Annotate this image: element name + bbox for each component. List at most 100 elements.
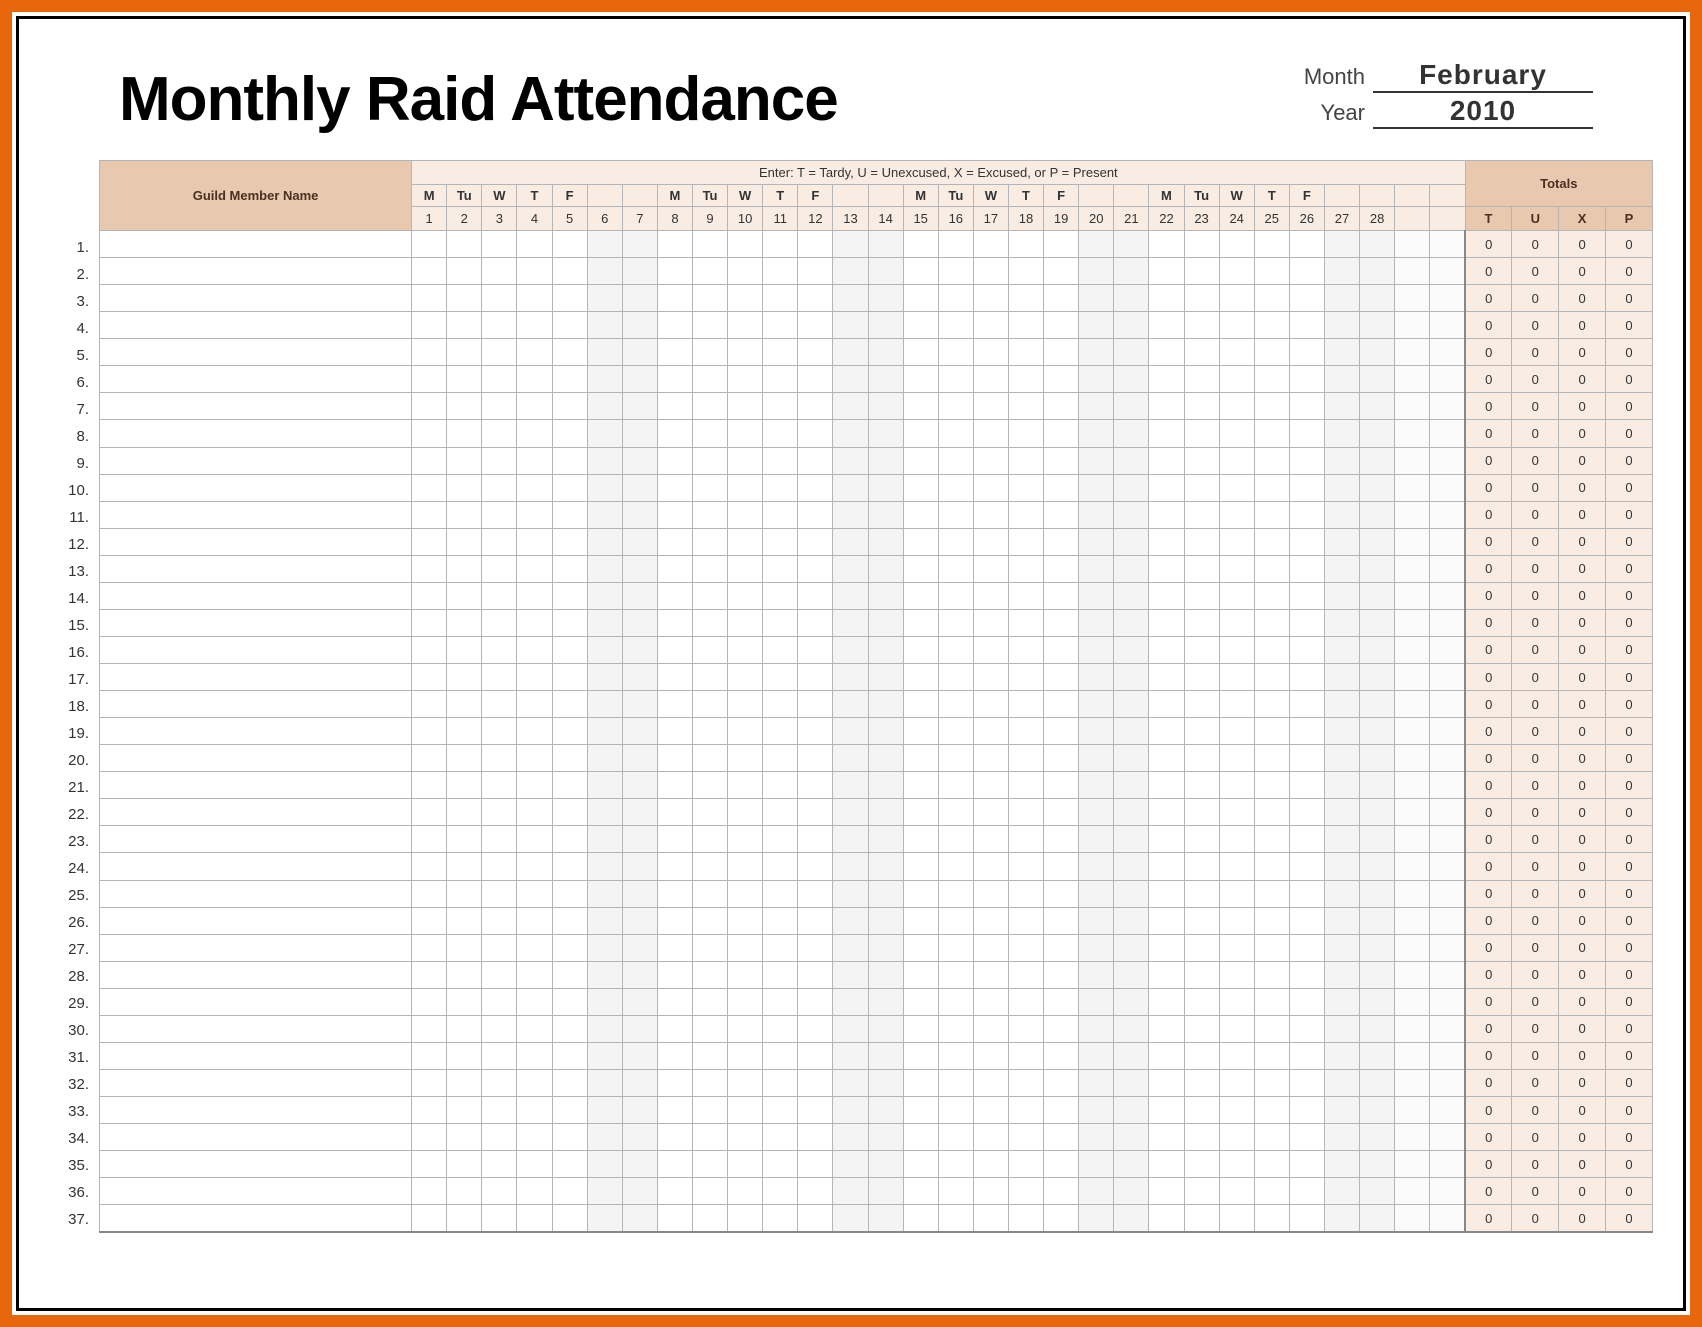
attendance-cell[interactable]	[482, 1097, 517, 1124]
attendance-cell[interactable]	[903, 447, 938, 474]
attendance-cell[interactable]	[763, 582, 798, 609]
attendance-cell[interactable]	[798, 1178, 833, 1205]
attendance-cell[interactable]	[657, 664, 692, 691]
attendance-cell[interactable]	[1149, 880, 1184, 907]
attendance-cell[interactable]	[1254, 907, 1289, 934]
attendance-cell[interactable]	[798, 826, 833, 853]
attendance-cell[interactable]	[1254, 961, 1289, 988]
attendance-cell[interactable]	[622, 745, 657, 772]
attendance-cell[interactable]	[868, 826, 903, 853]
attendance-cell[interactable]	[1360, 691, 1395, 718]
attendance-cell[interactable]	[412, 609, 447, 636]
attendance-cell[interactable]	[482, 609, 517, 636]
attendance-cell[interactable]	[447, 258, 482, 285]
attendance-cell[interactable]	[833, 826, 868, 853]
attendance-cell[interactable]	[1219, 907, 1254, 934]
attendance-cell[interactable]	[1219, 772, 1254, 799]
attendance-cell[interactable]	[763, 934, 798, 961]
attendance-cell[interactable]	[1219, 636, 1254, 663]
attendance-cell[interactable]	[903, 582, 938, 609]
attendance-cell[interactable]	[1079, 1205, 1114, 1232]
attendance-cell[interactable]	[868, 988, 903, 1015]
attendance-cell[interactable]	[938, 339, 973, 366]
attendance-cell[interactable]	[692, 934, 727, 961]
attendance-cell[interactable]	[903, 285, 938, 312]
attendance-cell[interactable]	[1360, 988, 1395, 1015]
attendance-cell[interactable]	[657, 501, 692, 528]
attendance-cell[interactable]	[833, 799, 868, 826]
attendance-cell[interactable]	[622, 961, 657, 988]
attendance-cell[interactable]	[692, 420, 727, 447]
attendance-cell[interactable]	[692, 907, 727, 934]
attendance-cell[interactable]	[447, 1069, 482, 1096]
attendance-cell[interactable]	[552, 1015, 587, 1042]
attendance-cell[interactable]	[1044, 555, 1079, 582]
attendance-cell[interactable]	[447, 799, 482, 826]
attendance-cell[interactable]	[1219, 1015, 1254, 1042]
attendance-cell[interactable]	[1079, 447, 1114, 474]
attendance-cell[interactable]	[833, 1015, 868, 1042]
attendance-cell[interactable]	[1044, 772, 1079, 799]
attendance-cell[interactable]	[798, 988, 833, 1015]
attendance-cell[interactable]	[1324, 366, 1359, 393]
attendance-cell[interactable]	[1114, 961, 1149, 988]
attendance-cell[interactable]	[973, 609, 1008, 636]
attendance-cell[interactable]	[447, 1042, 482, 1069]
attendance-cell[interactable]	[447, 1178, 482, 1205]
attendance-cell[interactable]	[622, 555, 657, 582]
attendance-cell[interactable]	[1008, 880, 1043, 907]
attendance-cell[interactable]	[1219, 1178, 1254, 1205]
attendance-cell[interactable]	[1008, 934, 1043, 961]
attendance-cell[interactable]	[798, 393, 833, 420]
attendance-cell[interactable]	[692, 718, 727, 745]
attendance-cell[interactable]	[412, 718, 447, 745]
attendance-cell[interactable]	[412, 664, 447, 691]
attendance-cell[interactable]	[728, 393, 763, 420]
attendance-cell[interactable]	[412, 285, 447, 312]
attendance-cell[interactable]	[622, 393, 657, 420]
attendance-cell[interactable]	[1008, 799, 1043, 826]
attendance-cell[interactable]	[1149, 1178, 1184, 1205]
attendance-cell[interactable]	[973, 555, 1008, 582]
attendance-cell[interactable]	[587, 555, 622, 582]
attendance-cell[interactable]	[552, 1124, 587, 1151]
attendance-cell[interactable]	[833, 258, 868, 285]
attendance-cell[interactable]	[517, 826, 552, 853]
attendance-cell[interactable]	[1395, 1124, 1430, 1151]
attendance-cell[interactable]	[1184, 474, 1219, 501]
attendance-cell[interactable]	[973, 880, 1008, 907]
attendance-cell[interactable]	[1044, 447, 1079, 474]
attendance-cell[interactable]	[657, 609, 692, 636]
attendance-cell[interactable]	[412, 366, 447, 393]
member-name-cell[interactable]	[100, 366, 412, 393]
attendance-cell[interactable]	[517, 312, 552, 339]
attendance-cell[interactable]	[1360, 853, 1395, 880]
attendance-cell[interactable]	[412, 826, 447, 853]
attendance-cell[interactable]	[1430, 745, 1465, 772]
attendance-cell[interactable]	[517, 934, 552, 961]
attendance-cell[interactable]	[903, 231, 938, 258]
attendance-cell[interactable]	[1430, 474, 1465, 501]
member-name-cell[interactable]	[100, 339, 412, 366]
attendance-cell[interactable]	[1184, 1124, 1219, 1151]
attendance-cell[interactable]	[1149, 393, 1184, 420]
attendance-cell[interactable]	[938, 961, 973, 988]
attendance-cell[interactable]	[622, 1151, 657, 1178]
member-name-cell[interactable]	[100, 1069, 412, 1096]
attendance-cell[interactable]	[412, 961, 447, 988]
attendance-cell[interactable]	[833, 880, 868, 907]
attendance-cell[interactable]	[1079, 1178, 1114, 1205]
attendance-cell[interactable]	[1008, 1124, 1043, 1151]
attendance-cell[interactable]	[587, 420, 622, 447]
attendance-cell[interactable]	[622, 312, 657, 339]
attendance-cell[interactable]	[1114, 1015, 1149, 1042]
attendance-cell[interactable]	[1044, 528, 1079, 555]
attendance-cell[interactable]	[1079, 231, 1114, 258]
attendance-cell[interactable]	[552, 393, 587, 420]
attendance-cell[interactable]	[552, 1042, 587, 1069]
attendance-cell[interactable]	[517, 745, 552, 772]
attendance-cell[interactable]	[1044, 1124, 1079, 1151]
attendance-cell[interactable]	[798, 366, 833, 393]
attendance-cell[interactable]	[1254, 474, 1289, 501]
attendance-cell[interactable]	[622, 1178, 657, 1205]
